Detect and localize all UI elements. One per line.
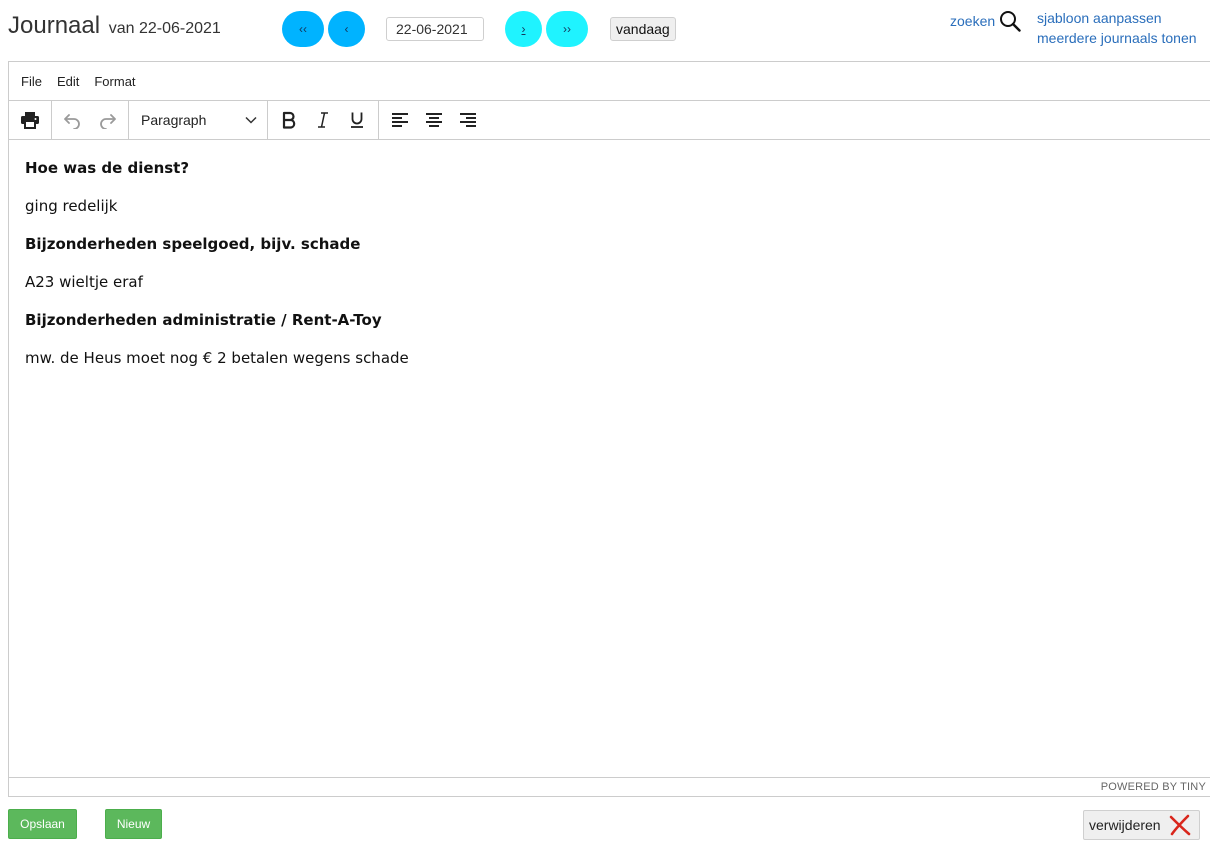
toolbar-group-style — [268, 101, 379, 139]
today-button[interactable]: vandaag — [610, 17, 676, 41]
first-journal-label: ‹‹ — [299, 22, 307, 36]
powered-by-label[interactable]: POWERED BY TINY — [1101, 781, 1206, 793]
editor-menubar: File Edit Format — [9, 62, 1210, 101]
content-heading-admin: Bijzonderheden administratie / Rent-A-To… — [25, 311, 382, 329]
new-button[interactable]: Nieuw — [105, 809, 162, 839]
block-format-dropdown[interactable]: Paragraph — [133, 105, 263, 135]
menu-edit[interactable]: Edit — [57, 74, 79, 89]
last-journal-label: ›› — [563, 22, 571, 36]
last-journal-button[interactable]: ›› — [546, 11, 588, 47]
bold-icon — [282, 111, 296, 129]
search-icon — [1000, 11, 1021, 32]
page-subtitle: van 22-06-2021 — [108, 20, 221, 37]
toolbar-group-blocks: Paragraph — [129, 101, 268, 139]
italic-icon — [318, 112, 328, 128]
search-label: zoeken — [950, 13, 996, 29]
rich-text-editor: File Edit Format Paragraph Hoe was de di… — [8, 61, 1210, 797]
italic-button[interactable] — [306, 105, 340, 135]
redo-icon — [100, 114, 116, 129]
delete-x-icon — [1169, 814, 1191, 836]
content-paragraph: ging redelijk — [25, 197, 118, 215]
previous-journal-button[interactable]: ‹ — [328, 11, 365, 47]
editor-toolbar: Paragraph — [9, 101, 1210, 140]
date-input[interactable] — [386, 17, 484, 41]
align-left-button[interactable] — [383, 105, 417, 135]
print-icon — [21, 112, 39, 129]
bold-button[interactable] — [272, 105, 306, 135]
menu-file[interactable]: File — [21, 74, 42, 89]
editor-statusbar: POWERED BY TINY — [9, 777, 1210, 796]
underline-icon — [351, 112, 363, 128]
content-paragraph: Hoe was de dienst? — [25, 140, 1202, 177]
previous-journal-label: ‹ — [344, 22, 349, 36]
delete-button[interactable]: verwijderen — [1083, 810, 1200, 840]
content-heading-service: Hoe was de dienst? — [25, 159, 190, 177]
delete-label: verwijderen — [1089, 817, 1161, 833]
save-button[interactable]: Opslaan — [8, 809, 77, 839]
align-right-icon — [460, 113, 476, 127]
toolbar-group-history — [52, 101, 129, 139]
journal-page: Journaal van 22-06-2021 ‹‹ ‹ › ›› vandaa… — [0, 0, 1210, 864]
content-paragraph: mw. de Heus moet nog € 2 betalen wegens … — [25, 349, 409, 367]
block-format-value: Paragraph — [141, 112, 207, 128]
toolbar-group-print — [9, 101, 52, 139]
print-button[interactable] — [13, 105, 47, 135]
content-paragraph: A23 wieltje eraf — [25, 273, 143, 291]
menu-format[interactable]: Format — [94, 74, 135, 89]
first-journal-button[interactable]: ‹‹ — [282, 11, 324, 47]
align-center-button[interactable] — [417, 105, 451, 135]
align-right-button[interactable] — [451, 105, 485, 135]
editor-content[interactable]: Hoe was de dienst? ging redelijk Bijzond… — [9, 140, 1210, 367]
underline-button[interactable] — [340, 105, 374, 135]
chevron-down-icon — [245, 116, 257, 124]
content-paragraph: Bijzonderheden administratie / Rent-A-To… — [25, 311, 1202, 329]
align-left-icon — [392, 113, 408, 127]
search-link[interactable]: zoeken — [950, 10, 1021, 32]
page-title: Journaal van 22-06-2021 — [8, 12, 221, 40]
align-center-icon — [426, 113, 442, 127]
next-journal-label: › — [521, 22, 526, 36]
content-paragraph: Bijzonderheden speelgoed, bijv. schade — [25, 235, 1202, 253]
undo-icon — [64, 114, 80, 129]
content-heading-toys: Bijzonderheden speelgoed, bijv. schade — [25, 235, 361, 253]
undo-button[interactable] — [56, 105, 90, 135]
redo-button[interactable] — [90, 105, 124, 135]
toolbar-group-align — [379, 101, 489, 139]
page-title-text: Journaal — [8, 12, 101, 39]
next-journal-button[interactable]: › — [505, 11, 542, 47]
show-multiple-journals-link[interactable]: meerdere journaals tonen — [1037, 30, 1197, 46]
edit-template-link[interactable]: sjabloon aanpassen — [1037, 10, 1162, 26]
